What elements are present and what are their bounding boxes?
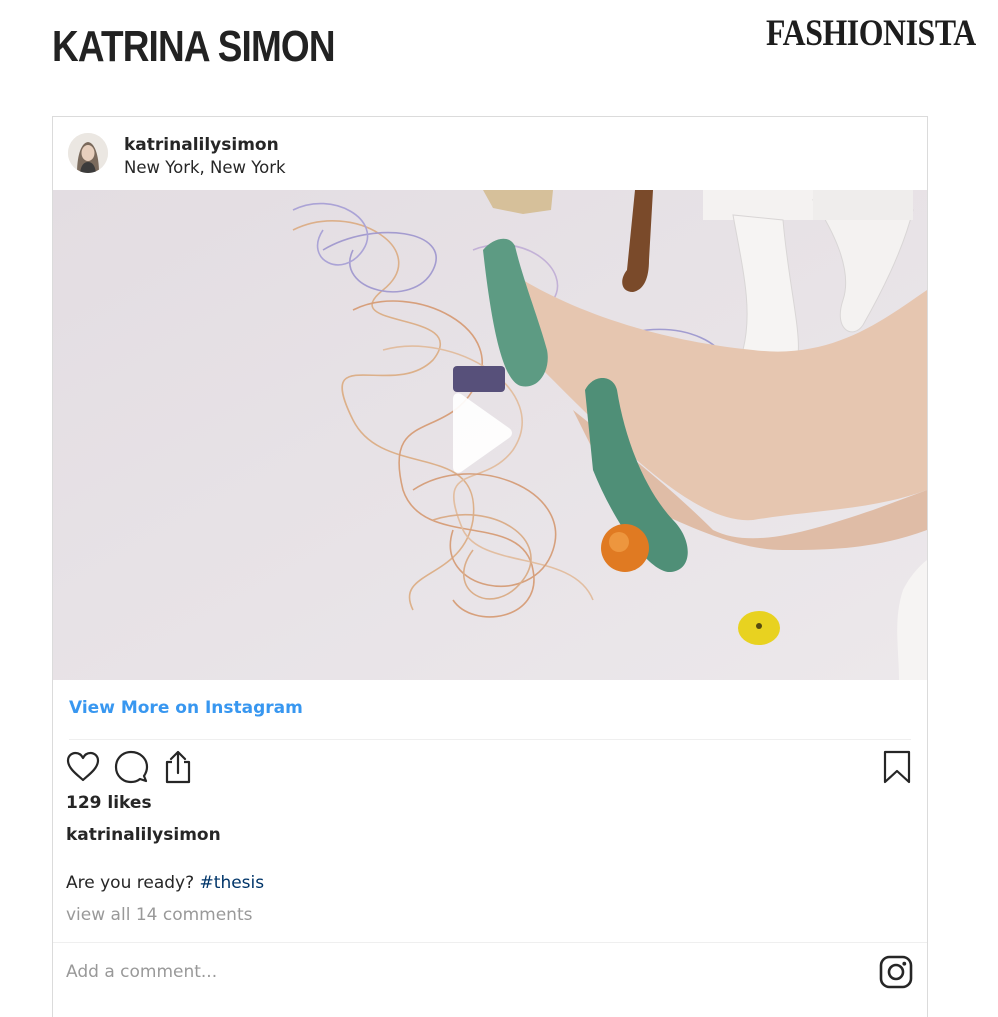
divider bbox=[69, 739, 911, 740]
post-username[interactable]: katrinalilysimon bbox=[124, 135, 279, 155]
fashionista-logo[interactable]: FASHIONISTA bbox=[766, 12, 976, 55]
instagram-embed: katrinalilysimon New York, New York View… bbox=[52, 116, 928, 1017]
divider bbox=[53, 942, 927, 943]
caption-username[interactable]: katrinalilysimon bbox=[66, 825, 221, 845]
instagram-logo-icon[interactable] bbox=[879, 955, 913, 989]
speech-bubble-icon[interactable] bbox=[113, 749, 149, 785]
play-icon[interactable] bbox=[453, 390, 513, 476]
heart-icon[interactable] bbox=[65, 749, 101, 785]
post-location[interactable]: New York, New York bbox=[124, 158, 286, 177]
post-video[interactable] bbox=[53, 190, 927, 680]
caption-text: Are you ready? bbox=[66, 873, 200, 893]
likes-count[interactable]: 129 likes bbox=[66, 793, 152, 813]
action-bar bbox=[53, 747, 927, 791]
post-header: katrinalilysimon New York, New York bbox=[53, 117, 927, 190]
bookmark-icon[interactable] bbox=[879, 749, 915, 785]
comment-input[interactable] bbox=[66, 959, 846, 985]
post-caption: Are you ready? #thesis bbox=[66, 873, 264, 893]
view-comments-link[interactable]: view all 14 comments bbox=[66, 905, 252, 925]
hashtag-link[interactable]: #thesis bbox=[200, 873, 265, 893]
share-icon[interactable] bbox=[160, 749, 196, 785]
view-more-link[interactable]: View More on Instagram bbox=[69, 698, 303, 718]
page-heading: KATRINA SIMON bbox=[52, 22, 336, 71]
avatar[interactable] bbox=[68, 133, 108, 173]
